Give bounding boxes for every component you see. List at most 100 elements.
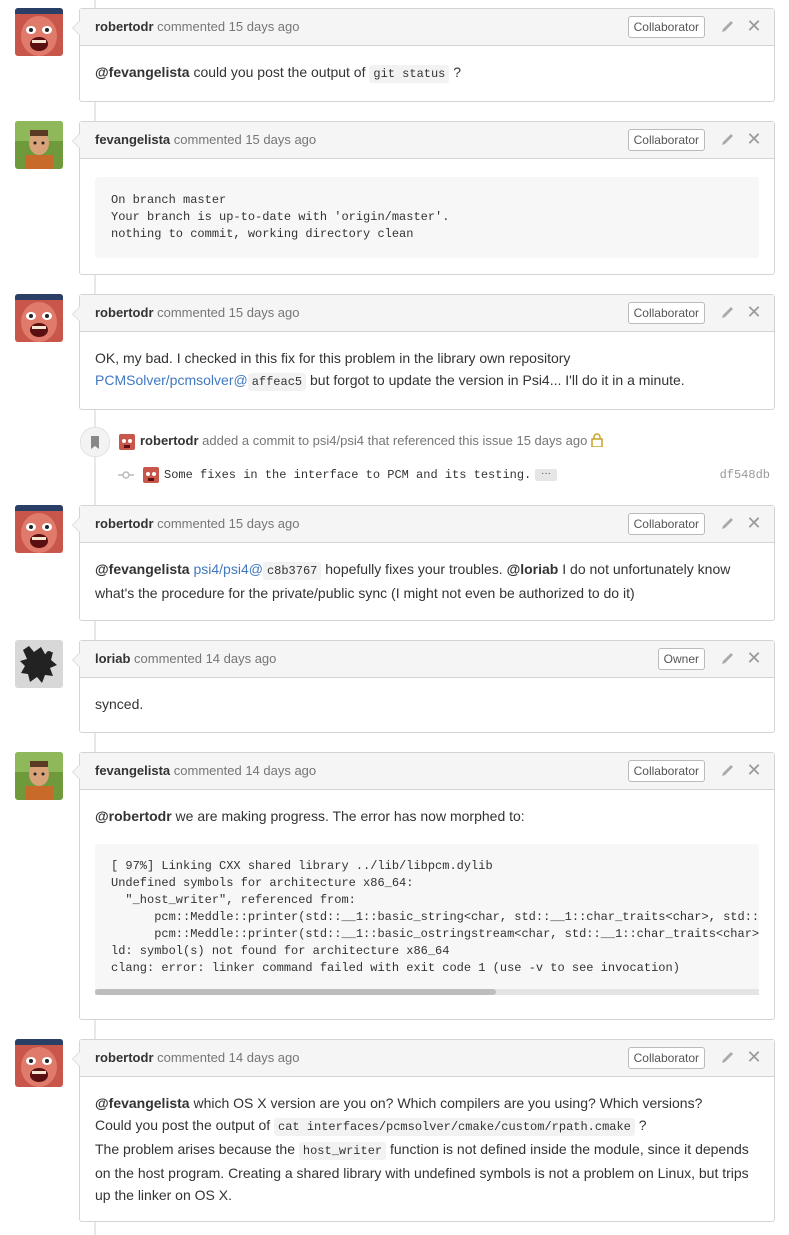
comment-timestamp[interactable]: commented 14 days ago: [134, 651, 276, 666]
commit-row: Some fixes in the interface to PCM and i…: [118, 466, 770, 484]
event-text: added a commit to psi4/psi4 that referen…: [202, 433, 588, 448]
close-icon[interactable]: ✕: [745, 130, 763, 148]
close-icon[interactable]: ✕: [745, 17, 763, 35]
comment-timestamp[interactable]: commented 15 days ago: [157, 516, 299, 531]
comment-text: hopefully fixes your troubles.: [325, 561, 503, 577]
role-badge: Collaborator: [627, 129, 705, 151]
comment-author[interactable]: fevangelista: [95, 132, 170, 147]
comment-author-line: robertodr commented 15 days ago: [95, 516, 300, 531]
avatar-fevangelista[interactable]: [15, 752, 63, 800]
horizontal-scrollbar[interactable]: [95, 989, 759, 995]
commit-sha-link[interactable]: affeac5: [247, 373, 307, 391]
repo-link[interactable]: psi4/psi4@: [193, 561, 262, 577]
avatar-robertodr[interactable]: [15, 8, 63, 56]
user-mention[interactable]: @fevangelista: [95, 64, 190, 80]
avatar-loriab[interactable]: [15, 640, 63, 688]
close-icon[interactable]: ✕: [745, 303, 763, 321]
avatar-fevangelista[interactable]: [15, 121, 63, 169]
comment-text: could you post the output of: [193, 64, 366, 80]
comment-author[interactable]: robertodr: [95, 516, 154, 531]
comment-author-line: fevangelista commented 15 days ago: [95, 132, 316, 147]
avatar-robertodr[interactable]: [15, 1039, 63, 1087]
comment-text: I do not unfortunately know: [562, 561, 731, 577]
bookmark-icon: [80, 427, 110, 457]
user-mention[interactable]: @fevangelista: [95, 1095, 190, 1111]
comment-author[interactable]: loriab: [95, 651, 130, 666]
commit-sha-link[interactable]: df548db: [720, 468, 770, 482]
role-badge: Owner: [657, 648, 705, 670]
comment-header: fevangelista commented 15 days ago Colla…: [80, 122, 774, 159]
comment-text: The problem arises because the: [95, 1141, 295, 1157]
commit-icon: [118, 471, 134, 479]
comment-timestamp[interactable]: commented 14 days ago: [174, 763, 316, 778]
close-icon[interactable]: ✕: [745, 1048, 763, 1066]
close-icon[interactable]: ✕: [745, 649, 763, 667]
pencil-icon[interactable]: [720, 20, 736, 34]
role-badge: Collaborator: [627, 1047, 705, 1069]
avatar-robertodr-small[interactable]: [119, 434, 135, 450]
comment-author-line: fevangelista commented 14 days ago: [95, 763, 316, 778]
comment-body: @fevangelista psi4/psi4@ c8b3767 hopefull…: [80, 543, 774, 620]
comment-body: @fevangelista could you post the output …: [80, 46, 774, 101]
comment: robertodr commented 15 days ago Collabor…: [72, 294, 775, 410]
comment-text: we are making progress. The error has no…: [175, 808, 525, 824]
comment-author[interactable]: robertodr: [95, 19, 154, 34]
user-mention[interactable]: @fevangelista: [95, 561, 190, 577]
comment-header: robertodr commented 14 days ago Collabor…: [80, 1040, 774, 1077]
comment: robertodr commented 14 days ago Collabor…: [72, 1039, 775, 1222]
pencil-icon[interactable]: [720, 764, 736, 778]
comment-timestamp[interactable]: commented 14 days ago: [157, 1050, 299, 1065]
scrollbar-thumb[interactable]: [95, 989, 496, 995]
code-block-container: [ 97%] Linking CXX shared library ../lib…: [95, 844, 759, 995]
comment: robertodr commented 15 days ago Collabor…: [72, 8, 775, 102]
comment-timestamp[interactable]: commented 15 days ago: [157, 305, 299, 320]
user-mention[interactable]: @loriab: [507, 561, 559, 577]
pencil-icon[interactable]: [720, 306, 736, 320]
comment-author[interactable]: fevangelista: [95, 763, 170, 778]
comment: loriab commented 14 days ago Owner ✕ syn…: [72, 640, 775, 733]
comment-header: fevangelista commented 14 days ago Colla…: [80, 753, 774, 790]
close-icon[interactable]: ✕: [745, 761, 763, 779]
repo-link[interactable]: PCMSolver/pcmsolver@: [95, 372, 248, 388]
comment-timestamp[interactable]: commented 15 days ago: [174, 132, 316, 147]
comment-header: loriab commented 14 days ago Owner ✕: [80, 641, 774, 678]
avatar-robertodr[interactable]: [15, 294, 63, 342]
comment-body: OK, my bad. I checked in this fix for th…: [80, 332, 774, 409]
code-block: [ 97%] Linking CXX shared library ../lib…: [95, 844, 759, 989]
comment-timestamp[interactable]: commented 15 days ago: [157, 19, 299, 34]
comment-author[interactable]: robertodr: [95, 1050, 154, 1065]
comment-author-line: robertodr commented 15 days ago: [95, 305, 300, 320]
comment-body: synced.: [80, 678, 774, 731]
comment-header: robertodr commented 15 days ago Collabor…: [80, 9, 774, 46]
code-block: On branch master Your branch is up-to-da…: [95, 177, 759, 258]
comment-text: OK, my bad. I checked in this fix for th…: [95, 350, 571, 366]
comment-text: up the linker on OS X.: [95, 1187, 232, 1203]
comment-text: synced.: [95, 696, 144, 712]
pencil-icon[interactable]: [720, 517, 736, 531]
comment-author[interactable]: robertodr: [95, 305, 154, 320]
expand-commit-button[interactable]: ···: [535, 469, 557, 481]
comment-body: @fevangelista which OS X version are you…: [80, 1077, 774, 1222]
comment-text: what's the procedure for the private/pub…: [95, 585, 635, 601]
commit-sha-link[interactable]: c8b3767: [262, 562, 322, 580]
comment-body: @robertodr we are making progress. The e…: [80, 790, 774, 1011]
comment: robertodr commented 15 days ago Collabor…: [72, 505, 775, 621]
comment-text: Could you post the output of: [95, 1117, 271, 1133]
pencil-icon[interactable]: [720, 133, 736, 147]
comment-text: but forgot to update the version in Psi4…: [310, 372, 685, 388]
inline-code: git status: [369, 65, 450, 83]
pencil-icon[interactable]: [720, 1051, 736, 1065]
lock-icon: [591, 433, 603, 448]
avatar-robertodr-small[interactable]: [143, 467, 159, 483]
user-mention[interactable]: @robertodr: [95, 808, 172, 824]
comment-text: ?: [453, 64, 462, 80]
comment-header: robertodr commented 15 days ago Collabor…: [80, 506, 774, 543]
comment-header: robertodr commented 15 days ago Collabor…: [80, 295, 774, 332]
event-author[interactable]: robertodr: [140, 433, 199, 448]
avatar-robertodr[interactable]: [15, 505, 63, 553]
close-icon[interactable]: ✕: [745, 514, 763, 532]
role-badge: Collaborator: [627, 302, 705, 324]
pencil-icon[interactable]: [720, 652, 736, 666]
commit-message-link[interactable]: Some fixes in the interface to PCM and i…: [164, 468, 531, 482]
comment-text: on the host program. Creating a shared l…: [95, 1165, 749, 1181]
